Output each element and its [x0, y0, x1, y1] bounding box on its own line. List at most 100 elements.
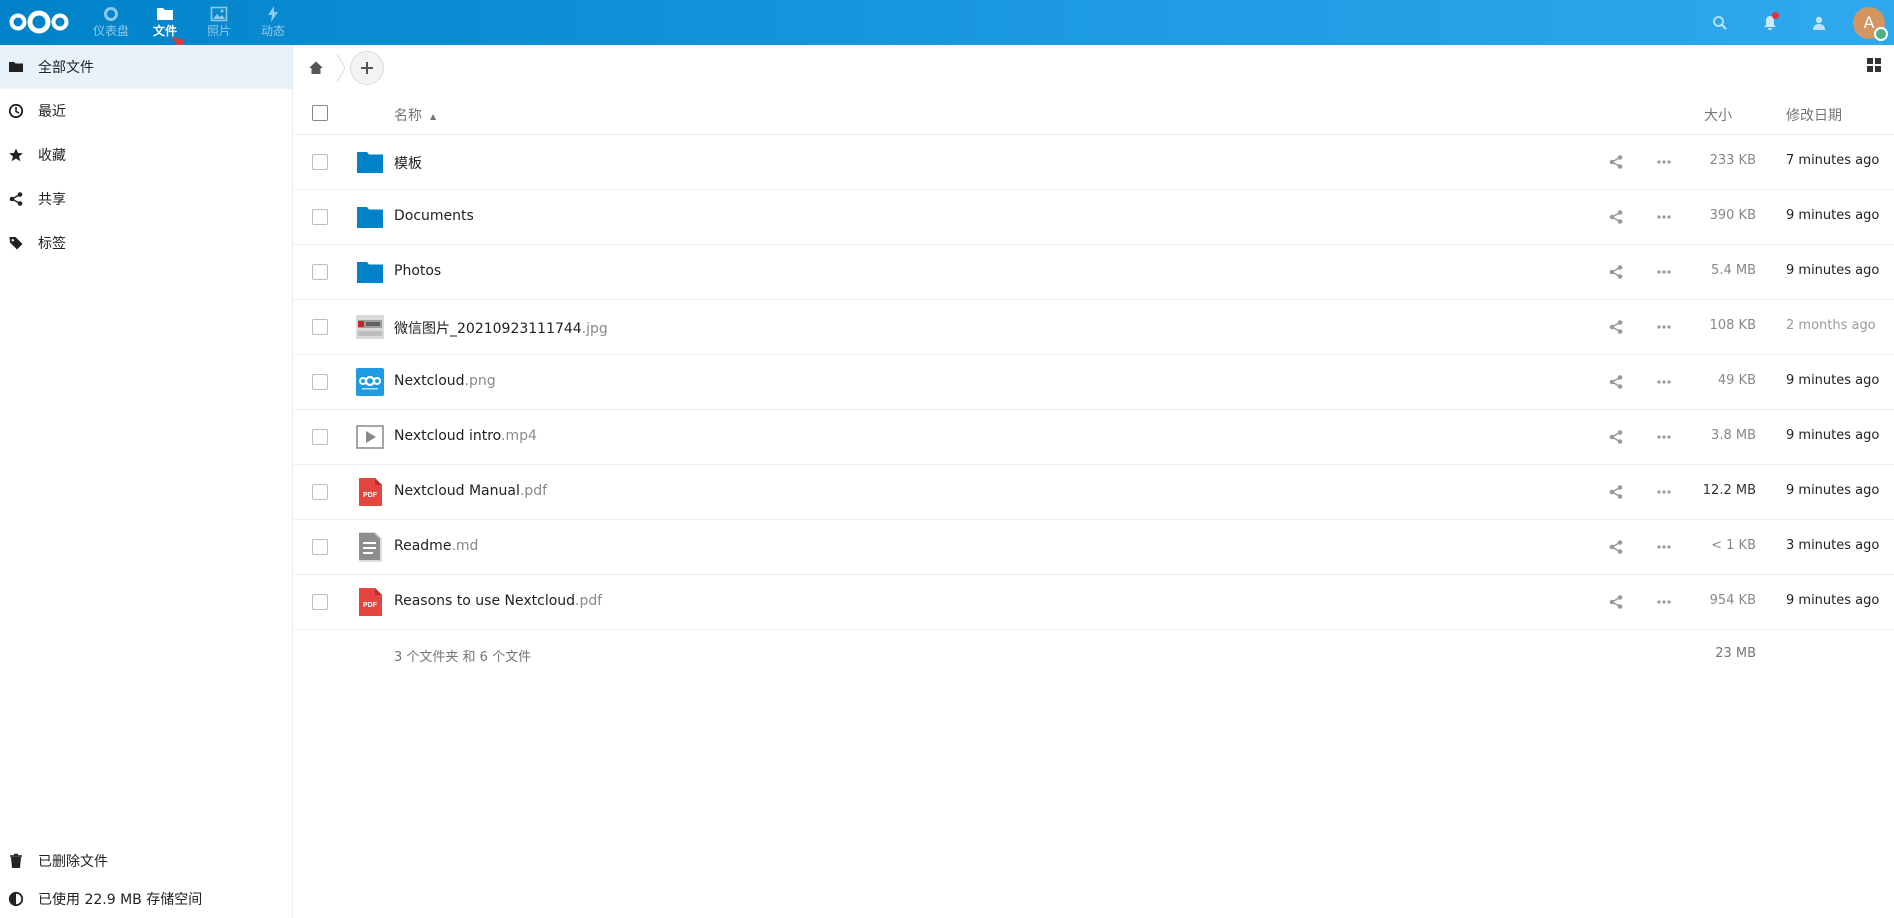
row-checkbox[interactable] — [312, 209, 328, 225]
share-icon[interactable] — [1608, 539, 1624, 555]
user-avatar[interactable]: A — [1853, 6, 1888, 41]
svg-text:PDF: PDF — [363, 492, 378, 499]
file-name[interactable]: 微信图片_20210923111744.jpg — [394, 318, 608, 338]
file-name[interactable]: Nextcloud intro.mp4 — [394, 428, 537, 444]
file-modified: 9 minutes ago — [1786, 593, 1880, 608]
sidebar-item-tags[interactable]: 标签 — [0, 221, 292, 265]
table-row[interactable]: Photos 5.4 MB 9 minutes ago — [294, 245, 1894, 300]
breadcrumb-separator — [336, 53, 346, 83]
column-header-name[interactable]: 名称 ▲ — [394, 105, 436, 125]
app-files[interactable]: 文件 — [138, 0, 192, 45]
file-size: 233 KB — [1709, 153, 1756, 168]
row-checkbox[interactable] — [312, 154, 328, 170]
more-actions-icon[interactable] — [1656, 594, 1672, 610]
table-row[interactable]: PDF Reasons to use Nextcloud.pdf 954 KB 9 m… — [294, 575, 1894, 630]
share-icon[interactable] — [1608, 319, 1624, 335]
more-actions-icon[interactable] — [1656, 264, 1672, 280]
text-file-icon — [355, 532, 385, 562]
file-name[interactable]: Reasons to use Nextcloud.pdf — [394, 593, 602, 609]
column-header-size[interactable]: 大小 — [1704, 105, 1754, 125]
file-size: < 1 KB — [1711, 538, 1756, 553]
row-checkbox[interactable] — [312, 539, 328, 555]
app-dashboard-label: 仪表盘 — [92, 24, 129, 38]
share-icon — [9, 192, 23, 206]
file-modified: 7 minutes ago — [1786, 153, 1880, 168]
folder-icon — [355, 202, 385, 232]
app-activity-label: 动态 — [260, 24, 285, 38]
file-name[interactable]: Nextcloud Manual.pdf — [394, 483, 547, 499]
file-modified: 9 minutes ago — [1786, 373, 1880, 388]
file-basename: Reasons to use Nextcloud — [394, 593, 576, 609]
table-row[interactable]: 模板 233 KB 7 minutes ago — [294, 135, 1894, 190]
file-extension: .mp4 — [501, 428, 537, 444]
file-extension: .pdf — [519, 483, 548, 499]
file-name[interactable]: Readme.md — [394, 538, 478, 554]
file-modified: 2 months ago — [1786, 318, 1876, 333]
sidebar-item-deleted-files[interactable]: 已删除文件 — [0, 842, 293, 880]
contacts-button[interactable] — [1795, 0, 1845, 45]
grid-icon — [1867, 58, 1881, 72]
share-icon[interactable] — [1608, 154, 1624, 170]
table-row[interactable]: 微信图片_20210923111744.jpg 108 KB 2 months ag… — [294, 300, 1894, 355]
row-checkbox[interactable] — [312, 374, 328, 390]
share-icon[interactable] — [1608, 429, 1624, 445]
app-dashboard[interactable]: 仪表盘 — [84, 0, 138, 45]
notifications-button[interactable] — [1745, 0, 1795, 45]
table-row[interactable]: Documents 390 KB 9 minutes ago — [294, 190, 1894, 245]
video-file-icon — [355, 422, 385, 452]
sidebar-item-label: 共享 — [38, 192, 66, 208]
breadcrumb-home[interactable] — [306, 58, 326, 78]
file-list: 模板 233 KB 7 minutes ago Documents 390 KB 9 mi… — [294, 135, 1894, 630]
activity-icon — [268, 6, 278, 22]
sidebar-item-label: 全部文件 — [38, 60, 94, 76]
sidebar-item-recent[interactable]: 最近 — [0, 89, 292, 133]
share-icon[interactable] — [1608, 594, 1624, 610]
file-summary: 3 个文件夹 和 6 个文件 23 MB — [294, 634, 1894, 674]
pdf-file-icon: PDF — [355, 587, 385, 617]
storage-quota[interactable]: 已使用 22.9 MB 存储空间 — [0, 880, 293, 918]
more-actions-icon[interactable] — [1656, 319, 1672, 335]
table-row[interactable]: Nextcloud.png 49 KB 9 minutes ago — [294, 355, 1894, 410]
more-actions-icon[interactable] — [1656, 484, 1672, 500]
file-size: 5.4 MB — [1711, 263, 1756, 278]
star-icon — [9, 148, 23, 162]
file-name[interactable]: Nextcloud.png — [394, 373, 496, 389]
table-row[interactable]: Nextcloud intro.mp4 3.8 MB 9 minutes ago — [294, 410, 1894, 465]
file-name[interactable]: Documents — [394, 208, 474, 224]
more-actions-icon[interactable] — [1656, 209, 1672, 225]
app-photos[interactable]: 照片 — [192, 0, 246, 45]
share-icon[interactable] — [1608, 374, 1624, 390]
search-button[interactable] — [1695, 0, 1745, 45]
row-checkbox[interactable] — [312, 429, 328, 445]
file-name[interactable]: Photos — [394, 263, 441, 279]
share-icon[interactable] — [1608, 209, 1624, 225]
app-navigation: 仪表盘 文件 照片 动态 — [84, 0, 300, 45]
select-all-checkbox[interactable] — [312, 105, 328, 121]
app-activity[interactable]: 动态 — [246, 0, 300, 45]
new-file-button[interactable] — [350, 51, 384, 85]
row-checkbox[interactable] — [312, 484, 328, 500]
file-size: 108 KB — [1709, 318, 1756, 333]
plus-icon — [361, 62, 373, 74]
share-icon[interactable] — [1608, 484, 1624, 500]
more-actions-icon[interactable] — [1656, 154, 1672, 170]
more-actions-icon[interactable] — [1656, 374, 1672, 390]
share-icon[interactable] — [1608, 264, 1624, 280]
file-name[interactable]: 模板 — [394, 153, 422, 173]
nextcloud-logo-icon[interactable] — [8, 6, 70, 38]
column-header-modified[interactable]: 修改日期 — [1786, 105, 1842, 125]
sidebar-item-favorites[interactable]: 收藏 — [0, 133, 292, 177]
app-files-label: 文件 — [152, 24, 177, 38]
files-main: 名称 ▲ 大小 修改日期 模板 233 KB 7 minutes ago Documen… — [294, 45, 1894, 918]
table-row[interactable]: PDF Nextcloud Manual.pdf 12.2 MB 9 minutes … — [294, 465, 1894, 520]
more-actions-icon[interactable] — [1656, 429, 1672, 445]
grid-view-toggle[interactable] — [1866, 57, 1886, 77]
row-checkbox[interactable] — [312, 319, 328, 335]
sidebar-item-all-files[interactable]: 全部文件 — [0, 45, 292, 89]
sidebar-item-shares[interactable]: 共享 — [0, 177, 292, 221]
table-row[interactable]: Readme.md < 1 KB 3 minutes ago — [294, 520, 1894, 575]
more-actions-icon[interactable] — [1656, 539, 1672, 555]
file-summary-text: 3 个文件夹 和 6 个文件 — [394, 650, 532, 665]
row-checkbox[interactable] — [312, 594, 328, 610]
row-checkbox[interactable] — [312, 264, 328, 280]
